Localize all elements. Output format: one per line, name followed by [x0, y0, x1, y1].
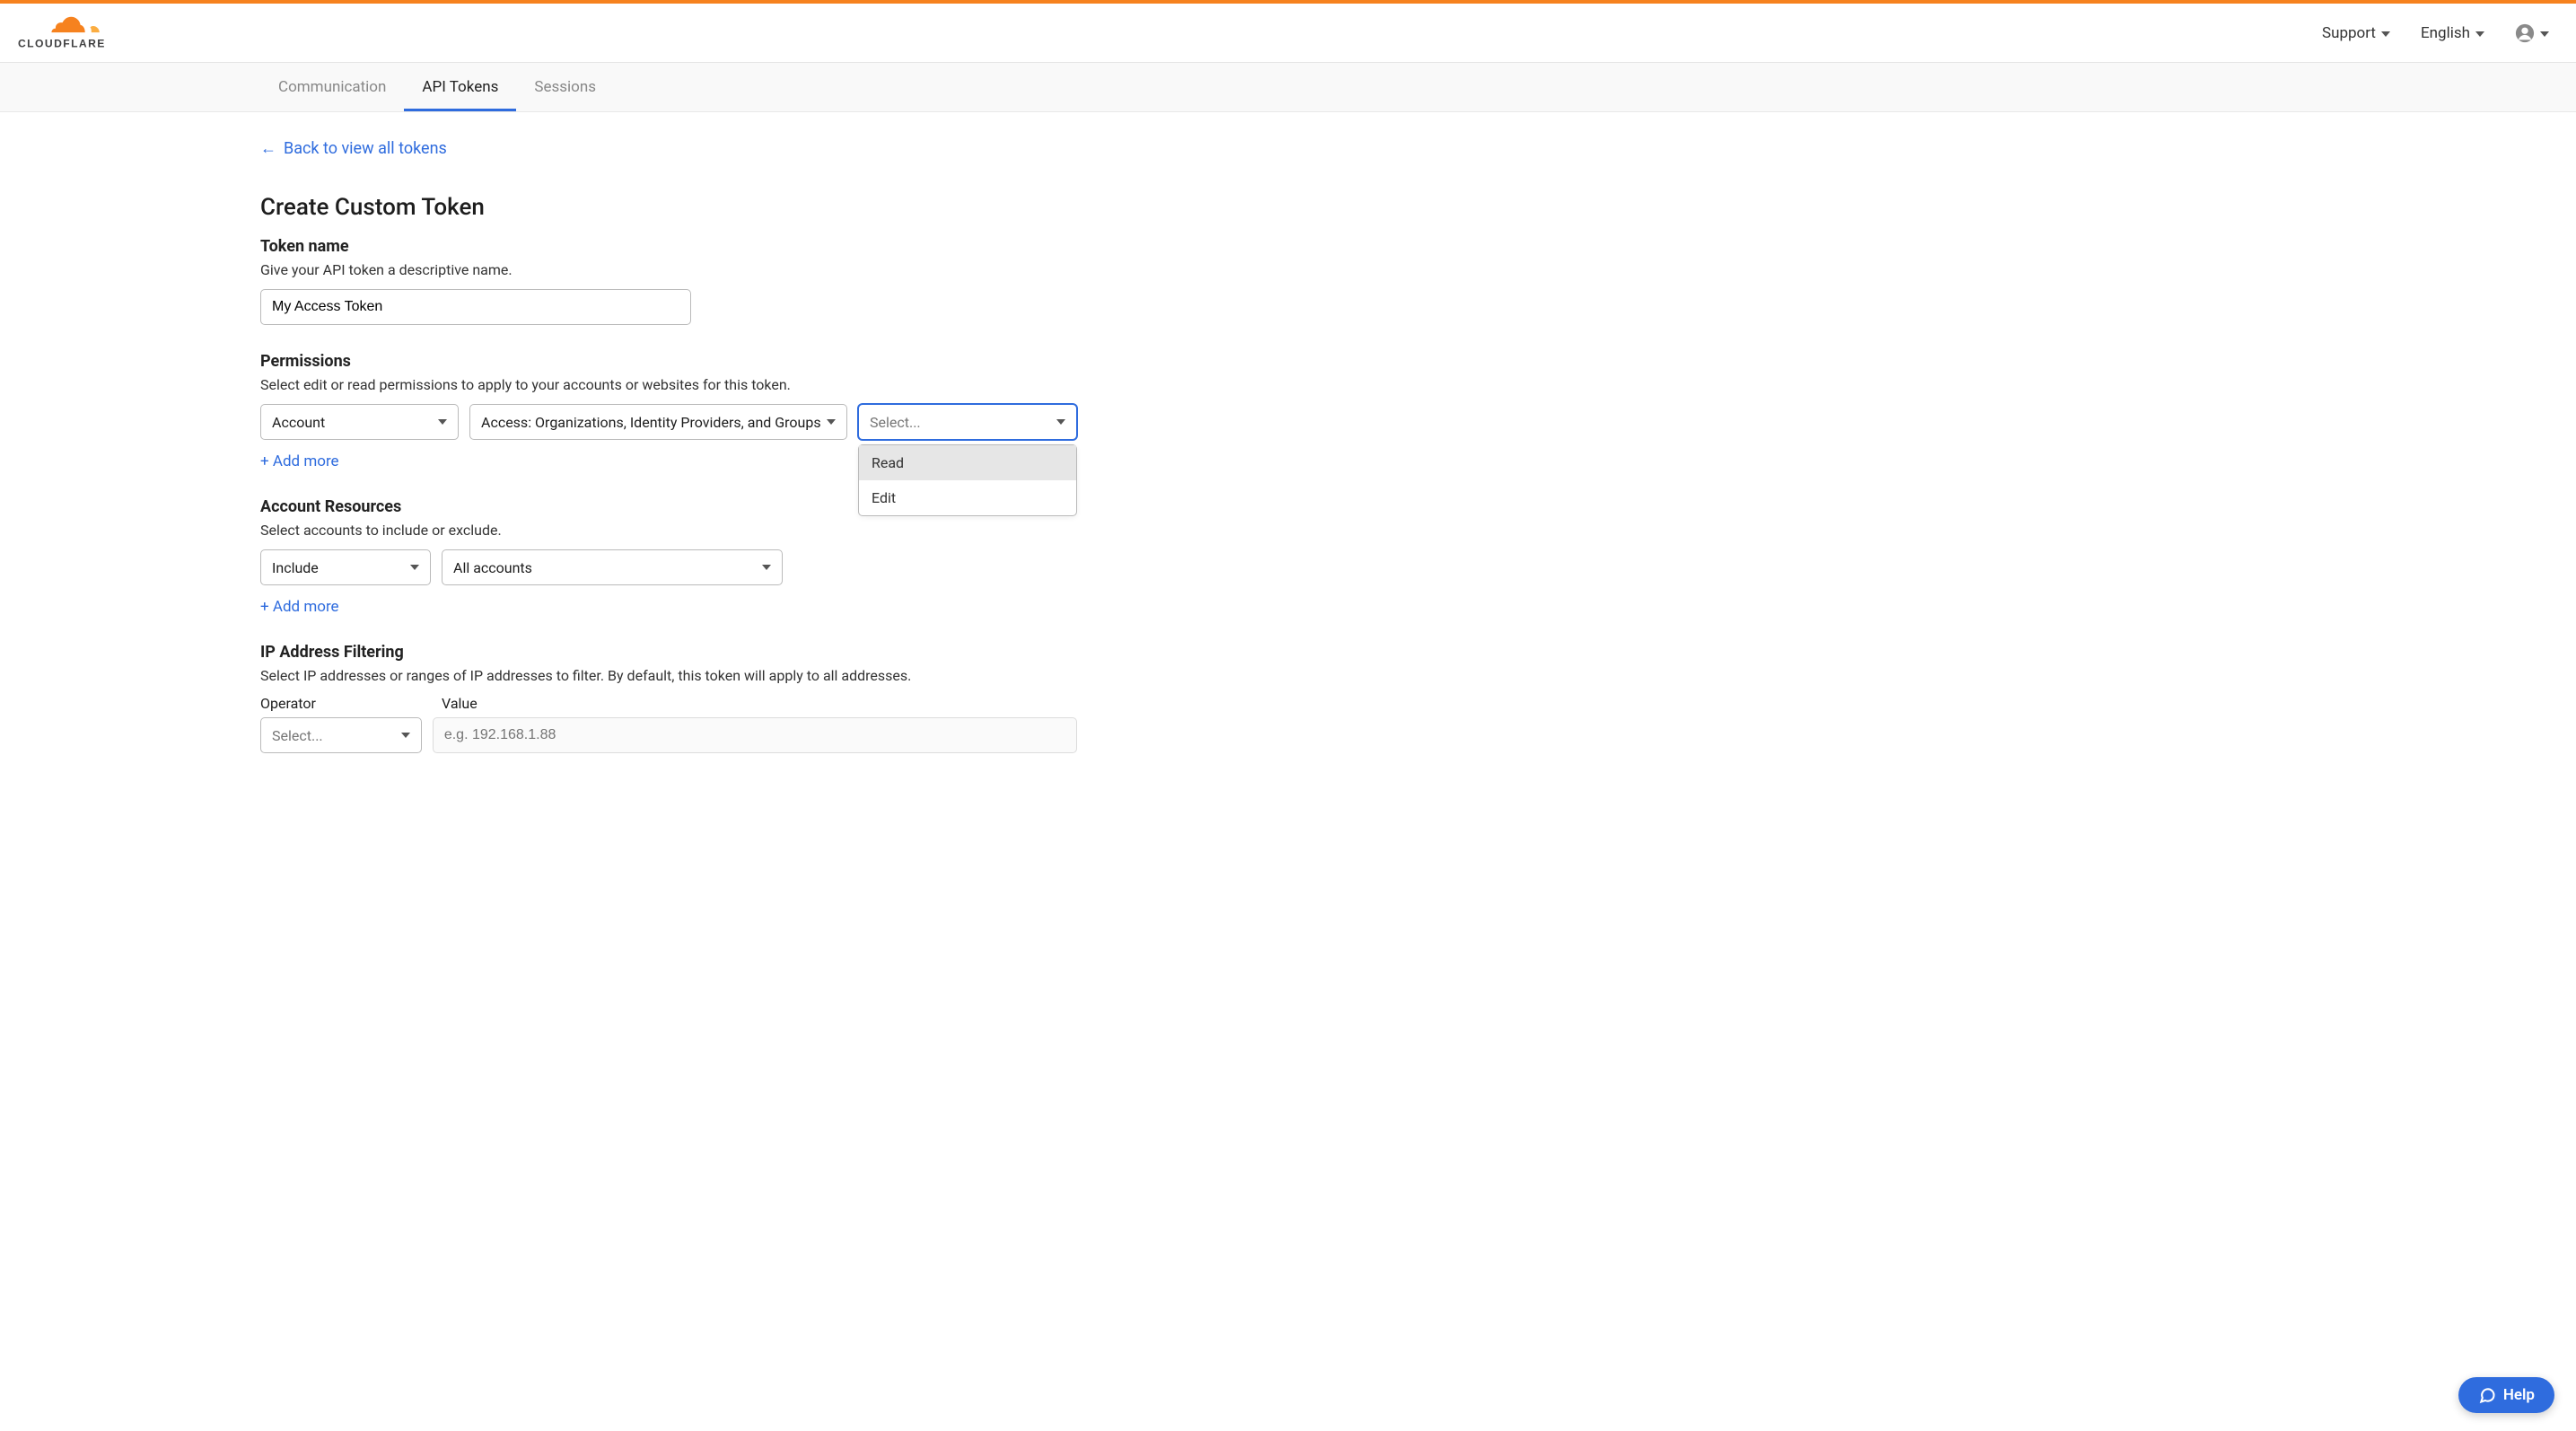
permissions-resource-select[interactable]: Access: Organizations, Identity Provider… [469, 404, 847, 440]
support-menu[interactable]: Support [2322, 24, 2390, 42]
user-avatar-icon [2515, 23, 2535, 43]
tab-label: Sessions [534, 78, 596, 96]
chevron-down-icon [438, 419, 447, 425]
back-link[interactable]: ← Back to view all tokens [260, 139, 447, 158]
token-name-heading: Token name [260, 237, 1077, 256]
arrow-left-icon: ← [260, 139, 276, 158]
select-placeholder: Select... [272, 727, 323, 744]
permissions-level-dropdown: Read Edit [858, 444, 1077, 516]
ip-filter-desc: Select IP addresses or ranges of IP addr… [260, 667, 1077, 684]
ip-operator-select[interactable]: Select... [260, 717, 422, 753]
help-button[interactable]: Help [2458, 1377, 2554, 1413]
svg-text:CLOUDFLARE: CLOUDFLARE [18, 37, 106, 49]
page-title: Create Custom Token [260, 194, 1077, 221]
language-label: English [2421, 24, 2470, 42]
tab-label: Communication [278, 78, 386, 96]
chevron-down-icon [2381, 31, 2390, 37]
help-label: Help [2503, 1386, 2535, 1404]
permissions-scope-select[interactable]: Account [260, 404, 459, 440]
tab-label: API Tokens [422, 78, 498, 96]
header: CLOUDFLARE Support English [0, 4, 2576, 63]
ip-filter-labels: Operator Value [260, 695, 1077, 712]
account-resources-desc: Select accounts to include or exclude. [260, 522, 1077, 539]
account-menu[interactable] [2515, 23, 2549, 43]
cloudflare-logo[interactable]: CLOUDFLARE [18, 15, 134, 51]
account-accounts-select[interactable]: All accounts [442, 549, 783, 585]
header-right: Support English [2322, 23, 2549, 43]
permissions-option-edit[interactable]: Edit [859, 480, 1076, 515]
language-menu[interactable]: English [2421, 24, 2484, 42]
permissions-option-read[interactable]: Read [859, 445, 1076, 480]
chevron-down-icon [401, 733, 410, 738]
select-placeholder: Select... [870, 414, 921, 431]
back-link-label: Back to view all tokens [284, 139, 447, 158]
tab-sessions[interactable]: Sessions [516, 63, 614, 111]
permissions-level-select[interactable]: Select... [858, 404, 1077, 440]
account-resources-row: Include All accounts [260, 549, 1077, 585]
select-value: Account [272, 414, 325, 431]
chevron-down-icon [2475, 31, 2484, 37]
main-content: ← Back to view all tokens Create Custom … [0, 112, 1077, 789]
chat-bubble-icon [2478, 1386, 2496, 1404]
token-name-input[interactable] [260, 289, 691, 325]
select-value: Include [272, 559, 319, 576]
permissions-heading: Permissions [260, 352, 1077, 371]
value-column-label: Value [442, 695, 478, 712]
tabbar: Communication API Tokens Sessions [0, 63, 2576, 112]
tab-communication[interactable]: Communication [260, 63, 404, 111]
chevron-down-icon [1056, 419, 1065, 425]
ip-value-input[interactable] [433, 717, 1077, 753]
permissions-add-more[interactable]: + Add more [260, 452, 339, 470]
add-more-label: + Add more [260, 452, 339, 470]
operator-column-label: Operator [260, 695, 431, 712]
permissions-row: Account Access: Organizations, Identity … [260, 404, 1077, 440]
account-add-more[interactable]: + Add more [260, 598, 339, 616]
chevron-down-icon [762, 565, 771, 570]
permissions-desc: Select edit or read permissions to apply… [260, 376, 1077, 393]
token-name-desc: Give your API token a descriptive name. [260, 261, 1077, 278]
add-more-label: + Add more [260, 598, 339, 616]
ip-filter-heading: IP Address Filtering [260, 643, 1077, 662]
permissions-level-wrap: Select... Read Edit [858, 404, 1077, 440]
ip-filter-row: Select... [260, 717, 1077, 753]
support-label: Support [2322, 24, 2376, 42]
chevron-down-icon [827, 419, 836, 425]
account-mode-select[interactable]: Include [260, 549, 431, 585]
chevron-down-icon [2540, 31, 2549, 37]
select-value: Access: Organizations, Identity Provider… [481, 414, 821, 431]
cloudflare-logo-icon: CLOUDFLARE [18, 15, 134, 51]
tab-api-tokens[interactable]: API Tokens [404, 63, 516, 111]
option-label: Read [872, 454, 904, 471]
option-label: Edit [872, 489, 896, 506]
select-value: All accounts [453, 559, 532, 576]
chevron-down-icon [410, 565, 419, 570]
